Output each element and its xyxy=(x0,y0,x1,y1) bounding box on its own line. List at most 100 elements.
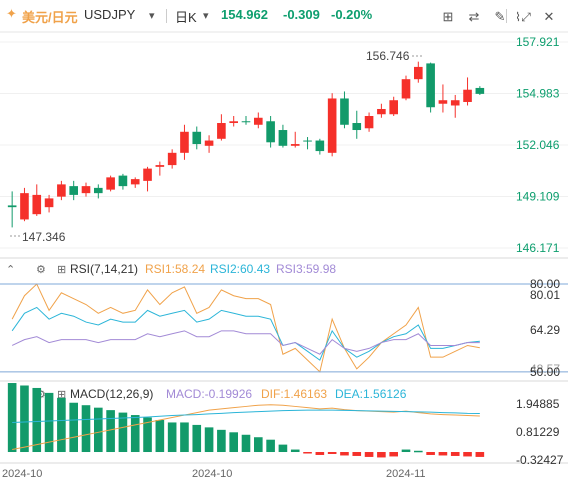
macd-histogram-bar xyxy=(192,424,202,453)
rsi-settings-icon[interactable]: ⚙ xyxy=(36,264,46,276)
price-tick-label: 154.983 xyxy=(516,87,560,101)
macd-histogram-bar xyxy=(266,439,275,453)
macd-histogram-bar xyxy=(389,452,398,457)
time-axis-label: 2024-10 xyxy=(192,468,232,480)
macd-histogram-bar xyxy=(352,452,362,456)
macd-histogram-bar xyxy=(327,452,337,454)
macd-tick-label: -0.32427 xyxy=(516,453,564,467)
candle-body xyxy=(217,123,226,139)
macd-histogram-bar xyxy=(106,410,115,453)
time-axis-label: 2024-10 xyxy=(2,468,42,480)
macd-histogram-bar xyxy=(155,419,165,453)
candle-body xyxy=(81,186,91,194)
dif-legend: DIF:1.46163 xyxy=(261,387,327,401)
dea-legend: DEA:1.56126 xyxy=(335,387,407,401)
candle-body xyxy=(44,198,54,208)
rsi-series xyxy=(11,283,480,373)
price-tick-label: 157.921 xyxy=(516,35,560,49)
candle-body xyxy=(475,87,485,94)
candle-body xyxy=(389,100,398,115)
candle-body xyxy=(290,144,300,146)
rsi-tick-label: 64.29 xyxy=(530,323,560,337)
candle-body xyxy=(401,79,411,99)
rsi-tick-label: 80.01 xyxy=(530,288,560,302)
candle-body xyxy=(167,152,177,166)
price-tick-label: 146.171 xyxy=(516,241,560,255)
rsi-line-rsi3 xyxy=(11,330,480,355)
macd-histogram-bar xyxy=(426,452,435,455)
time-axis: 2024-10 2024-10 2024-11 xyxy=(2,468,426,480)
rsi-ref-label: 50.00 xyxy=(530,365,560,379)
candle-body xyxy=(327,98,337,153)
macd-histogram-bar xyxy=(315,452,325,455)
chart-area: 157.921 154.983 152.046 149.109 146.171 156.… xyxy=(0,31,568,480)
macd-histogram-bar xyxy=(290,449,300,453)
rsi-line-rsi1 xyxy=(11,283,480,373)
candle-body xyxy=(180,131,189,153)
high-price-label: 156.746 xyxy=(366,49,410,63)
rsi-info-icon[interactable]: ⊞ xyxy=(57,264,66,276)
rsi2-legend: RSI2:60.43 xyxy=(210,262,270,276)
candle-body xyxy=(352,123,362,131)
macd-histogram-bar xyxy=(303,452,312,454)
macd-histogram-bar xyxy=(254,437,263,453)
macd-histogram-bar xyxy=(450,452,460,456)
candle-body xyxy=(130,179,140,185)
macd-title: MACD(12,26,9) xyxy=(70,387,153,401)
macd-tick-label: 0.81229 xyxy=(516,425,560,439)
rsi-collapse-icon[interactable]: ⌃ xyxy=(6,264,15,276)
macd-histogram-bar xyxy=(204,427,214,453)
macd-histogram-bar xyxy=(81,405,91,453)
price-axis: 157.921 154.983 152.046 149.109 146.171 xyxy=(516,35,560,255)
macd-histogram-bar xyxy=(438,452,448,456)
macd-histogram-bar xyxy=(20,385,29,453)
macd-histogram-bar xyxy=(217,429,226,453)
candle-body xyxy=(463,89,472,102)
candle-body xyxy=(94,187,103,194)
low-price-label: 147.346 xyxy=(22,230,66,244)
macd-histogram-bar xyxy=(229,432,238,453)
rsi3-legend: RSI3:59.98 xyxy=(276,262,336,276)
macd-legend: MACD:-0.19926 xyxy=(166,387,252,401)
macd-axis: 1.94885 0.81229 -0.32427 xyxy=(516,397,564,467)
macd-histogram-bar xyxy=(475,452,485,457)
candle-body xyxy=(20,193,29,220)
candle-body xyxy=(118,175,128,187)
candle-body xyxy=(229,121,238,124)
macd-histogram-bar xyxy=(94,407,103,453)
macd-histogram-bar xyxy=(241,434,251,453)
macd-histogram-bar xyxy=(278,444,288,453)
candle-body xyxy=(438,100,448,104)
candle-body xyxy=(450,100,460,106)
candle-body xyxy=(254,117,263,125)
price-tick-label: 149.109 xyxy=(516,189,560,203)
macd-histogram-bar xyxy=(57,397,66,453)
candle-body xyxy=(106,177,115,190)
candle-body xyxy=(340,98,349,125)
price-tick-label: 152.046 xyxy=(516,138,560,152)
candle-body xyxy=(266,121,275,143)
candle-body xyxy=(377,108,386,115)
macd-histogram-bar xyxy=(340,452,349,456)
candle-body xyxy=(204,140,214,146)
macd-tick-label: 1.94885 xyxy=(516,397,560,411)
macd-histogram-bar xyxy=(377,452,386,458)
rsi1-legend: RSI1:58.24 xyxy=(145,262,205,276)
macd-histogram-bar xyxy=(180,422,189,453)
candle-body xyxy=(364,116,374,129)
candle-body xyxy=(7,205,17,208)
macd-histogram-bar xyxy=(7,383,17,453)
candle-body xyxy=(315,140,325,152)
macd-histogram-bar xyxy=(167,422,177,453)
macd-histogram-bar xyxy=(401,449,411,453)
candle-body xyxy=(303,140,312,142)
macd-histogram-bar xyxy=(130,415,140,453)
macd-histogram-bar xyxy=(69,402,78,453)
candle-body xyxy=(155,165,165,167)
macd-histogram-bar xyxy=(414,450,423,453)
rsi-title: RSI(7,14,21) xyxy=(70,262,138,276)
candle-body xyxy=(192,131,202,145)
macd-histogram-bar xyxy=(364,452,374,457)
candle-body xyxy=(278,130,288,146)
candle-body xyxy=(57,184,66,197)
